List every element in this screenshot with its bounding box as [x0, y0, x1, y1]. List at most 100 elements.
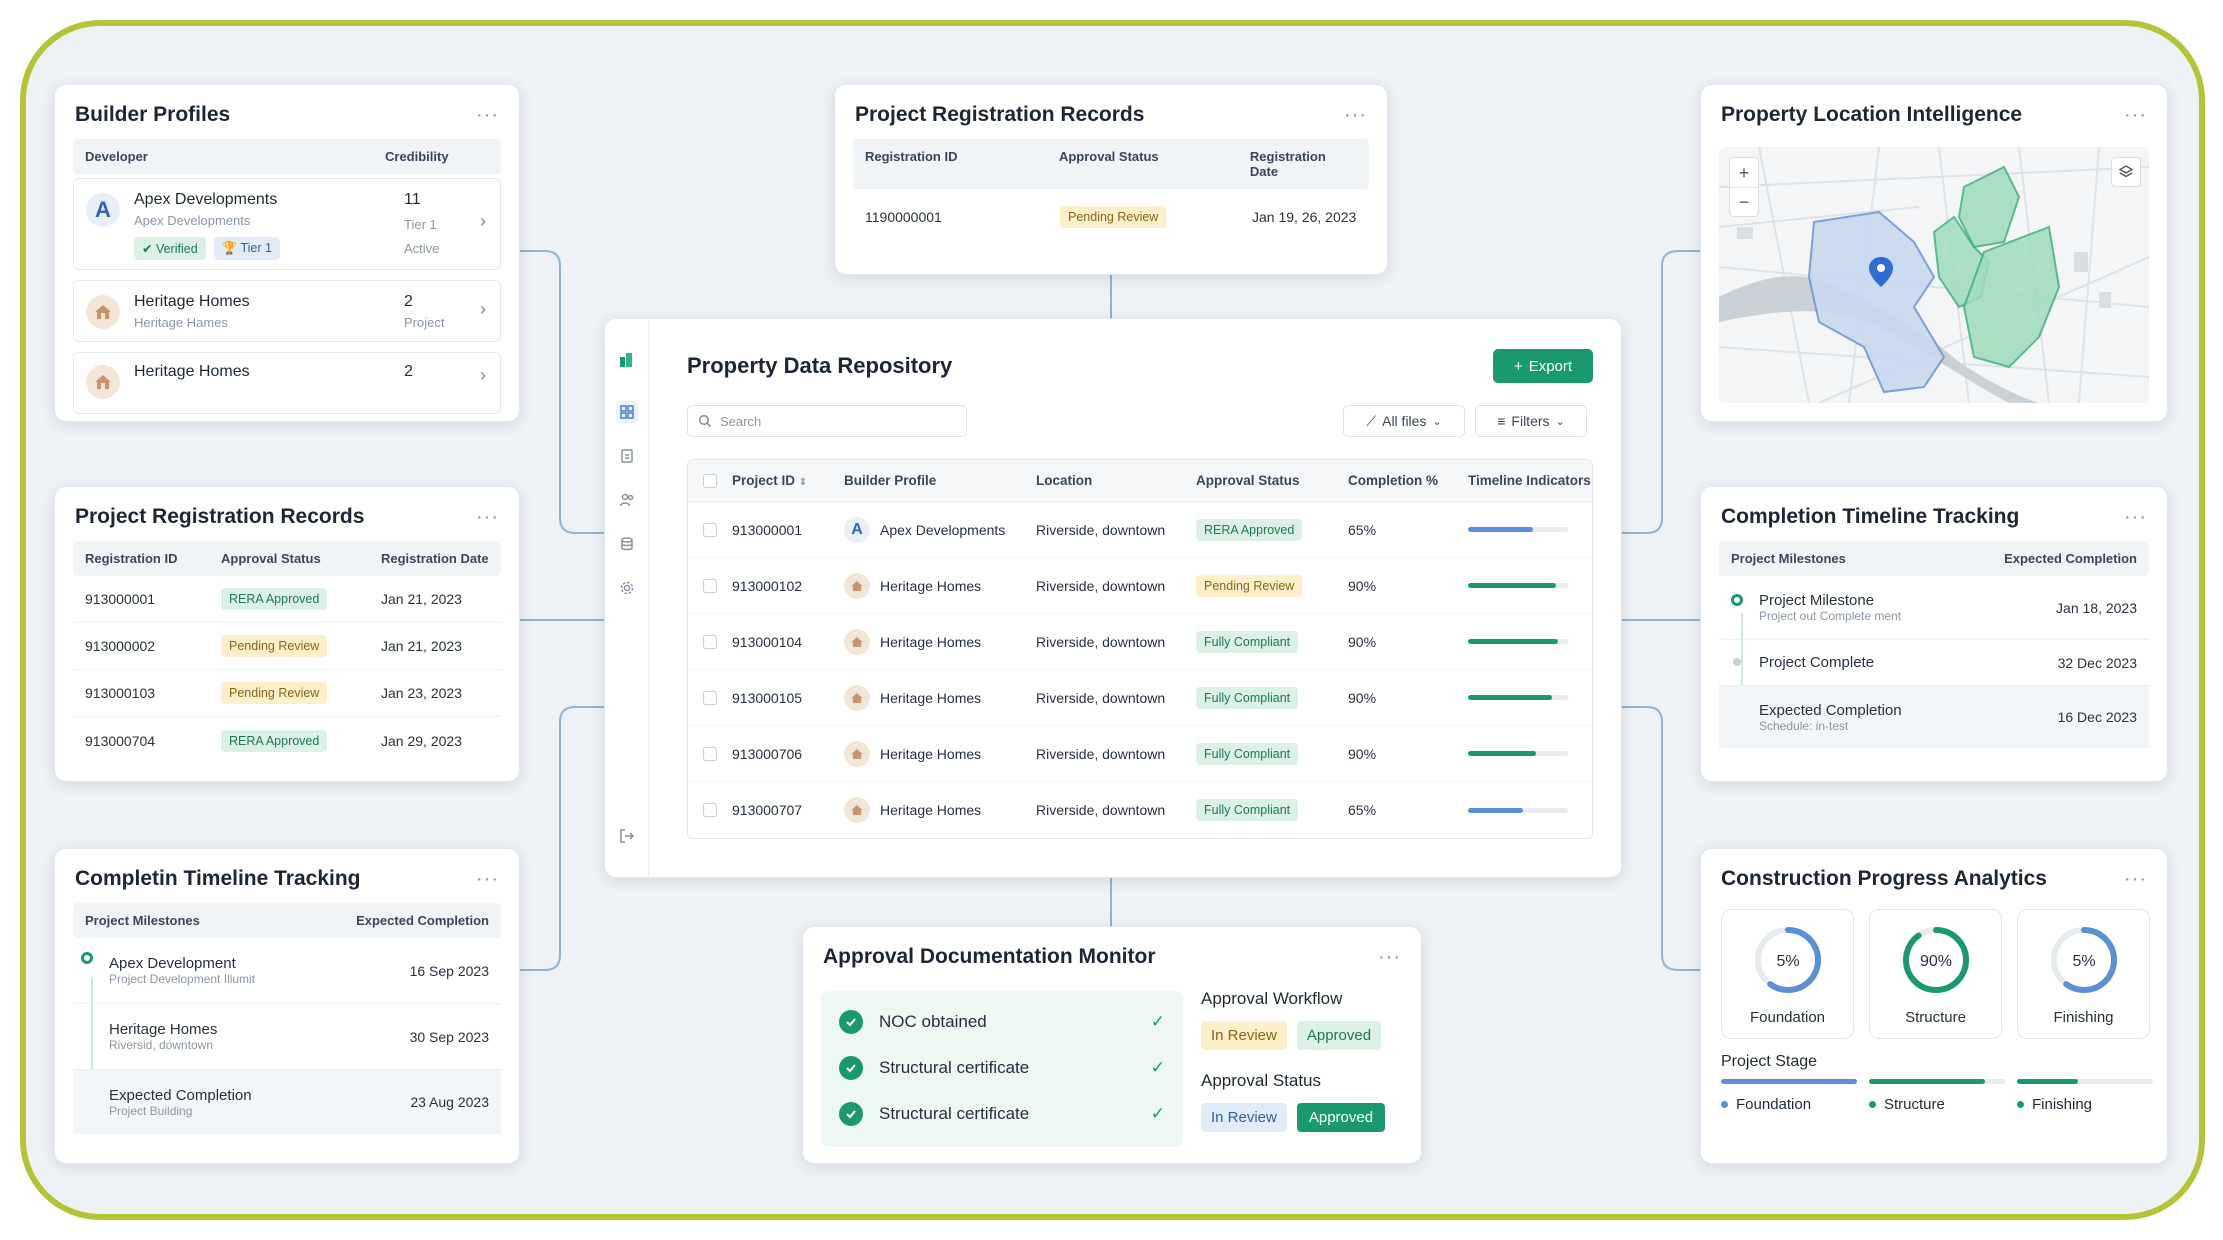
table-row[interactable]: 913000103 Pending Review Jan 23, 2023 — [73, 670, 501, 717]
more-menu-icon[interactable]: ··· — [2124, 104, 2147, 127]
registration-id: 913000704 — [85, 732, 156, 749]
registration-id: 1190000001 — [865, 209, 942, 225]
column-header[interactable]: Project ID ⇕ — [732, 473, 844, 488]
table-row[interactable]: 913000001 A Apex Developments Riverside, do… — [688, 502, 1592, 558]
column-header: Developer — [85, 149, 148, 164]
map-view[interactable]: + − — [1719, 147, 2149, 403]
table-row[interactable]: 913000105 Heritage Homes Riverside, downto… — [688, 670, 1592, 726]
house-icon — [86, 295, 120, 329]
more-menu-icon[interactable]: ··· — [476, 506, 499, 529]
project-id: 913000706 — [732, 745, 803, 762]
timeline-bar-fill — [1468, 695, 1552, 700]
column-header: Location — [1036, 473, 1093, 488]
column-header: Builder Profile — [844, 473, 937, 488]
location: Riverside, downtown — [1036, 745, 1166, 762]
column-header: Approval Status — [1196, 473, 1300, 488]
more-menu-icon[interactable]: ··· — [2124, 868, 2147, 891]
timeline-bar-fill — [1468, 527, 1533, 532]
left-registration-card: Project Registration Records ··· Registr… — [54, 486, 520, 782]
table-header: Project ID ⇕ Builder Profile Location Ap… — [688, 460, 1592, 502]
stage-bar-fill — [1721, 1079, 1857, 1084]
row-checkbox[interactable] — [703, 634, 717, 649]
documents-icon[interactable] — [616, 445, 638, 467]
progress-ring-label: Finishing — [2053, 1009, 2114, 1026]
select-all-checkbox[interactable] — [703, 473, 717, 488]
progress-ring-card[interactable]: 90% Structure — [1869, 909, 2002, 1039]
more-menu-icon[interactable]: ··· — [1344, 104, 1367, 127]
settings-gear-icon[interactable] — [616, 577, 638, 599]
progress-ring-card[interactable]: 5% Finishing — [2017, 909, 2150, 1039]
filters-dropdown[interactable]: ≡ Filters ⌄ — [1475, 405, 1587, 437]
zoom-in-button[interactable]: + — [1730, 158, 1758, 188]
export-button[interactable]: + Export — [1493, 349, 1593, 383]
more-menu-icon[interactable]: ··· — [476, 104, 499, 127]
approved-tag[interactable]: Approved — [1296, 1021, 1382, 1050]
column-header: Registration ID — [865, 149, 958, 164]
table-row[interactable]: 913000102 Heritage Homes Riverside, downto… — [688, 558, 1592, 614]
completion-right-card: Completion Timeline Tracking ··· Project… — [1700, 486, 2168, 782]
card-title: Builder Profiles — [75, 103, 231, 126]
logout-icon[interactable] — [616, 825, 638, 847]
stage-dot — [2017, 1101, 2024, 1108]
checklist-item[interactable]: Structural certificate ✓ — [821, 1045, 1183, 1091]
milestone-row[interactable]: Heritage Homes Riversid, downtown 30 Sep… — [73, 1004, 501, 1070]
row-checkbox[interactable] — [703, 522, 717, 537]
row-checkbox[interactable] — [703, 746, 717, 761]
table-row[interactable]: 913000704 RERA Approved Jan 29, 2023 — [73, 717, 501, 764]
builder-name: Heritage Homes — [880, 745, 982, 762]
database-icon[interactable] — [616, 533, 638, 555]
house-icon — [844, 740, 870, 767]
credibility-status: Active — [404, 241, 440, 256]
location: Riverside, downtown — [1036, 802, 1166, 818]
completion-pct: 90% — [1348, 577, 1377, 594]
users-icon[interactable] — [616, 489, 638, 511]
row-checkbox[interactable] — [703, 803, 717, 817]
more-menu-icon[interactable]: ··· — [2124, 506, 2147, 529]
table-row[interactable]: 913000001 RERA Approved Jan 21, 2023 — [73, 576, 501, 623]
layers-icon — [2118, 165, 2134, 178]
sort-icon: ⇕ — [798, 477, 808, 488]
row-checkbox[interactable] — [703, 690, 717, 705]
milestone-row[interactable]: Expected Completion Project Building 23 … — [73, 1070, 501, 1134]
row-checkbox[interactable] — [703, 578, 717, 593]
column-header: Project Milestones — [1731, 551, 1846, 566]
milestone-done-dot — [1731, 594, 1743, 606]
column-label: Project ID — [732, 473, 796, 488]
chevron-right-icon[interactable]: › — [480, 299, 486, 320]
builder-row[interactable]: Heritage Homes 2 › — [73, 352, 501, 414]
zoom-out-button[interactable]: − — [1730, 188, 1758, 218]
progress-ring-card[interactable]: 5% Foundation — [1721, 909, 1854, 1039]
table-row[interactable]: 913000104 Heritage Homes Riverside, downto… — [688, 614, 1592, 670]
table-row[interactable]: 913000002 Pending Review Jan 21, 2023 — [73, 623, 501, 670]
checklist-item[interactable]: NOC obtained ✓ — [821, 999, 1183, 1045]
in-review-tag[interactable]: In Review — [1201, 1103, 1287, 1132]
status-badge: RERA Approved — [1196, 518, 1303, 541]
table-row[interactable]: 913000706 Heritage Homes Riverside, downto… — [688, 726, 1592, 782]
dashboard-icon[interactable] — [616, 401, 638, 423]
checklist-item[interactable]: Structural certificate ✓ — [821, 1091, 1183, 1137]
project-id: 913000001 — [732, 521, 803, 538]
check-icon: ✔ — [142, 242, 156, 256]
in-review-tag[interactable]: In Review — [1201, 1021, 1287, 1050]
milestone-row[interactable]: Apex Development Project Development Ill… — [73, 938, 501, 1004]
all-files-dropdown[interactable]: ⟋ All files ⌄ — [1343, 405, 1465, 437]
table-row[interactable]: 1190000001 Pending Review Jan 19, 26, 20… — [853, 189, 1369, 245]
chevron-right-icon[interactable]: › — [480, 211, 486, 232]
table-header: Registration ID Approval Status Registra… — [853, 139, 1369, 189]
builder-row[interactable]: Heritage Homes Heritage Hames 2 Project … — [73, 280, 501, 342]
checkmark-icon: ✓ — [1150, 1058, 1165, 1077]
more-menu-icon[interactable]: ··· — [476, 868, 499, 891]
builder-row[interactable]: A Apex Developments Apex Developments ✔ … — [73, 178, 501, 270]
chevron-right-icon[interactable]: › — [480, 365, 486, 386]
checklist-label: Structural certificate — [879, 1058, 1030, 1077]
layers-button[interactable] — [2111, 157, 2141, 187]
progress-ring: 90% — [1902, 927, 1969, 993]
table-row[interactable]: 913000707 Heritage Homes Riverside, downto… — [688, 782, 1592, 838]
milestone-row[interactable]: Expected Completion Schedule: in-test 16… — [1719, 686, 2149, 748]
milestone-row[interactable]: Project Milestone Project out Complete m… — [1719, 576, 2149, 640]
search-input[interactable]: Search — [687, 405, 967, 437]
approved-tag[interactable]: Approved — [1296, 1103, 1386, 1132]
more-menu-icon[interactable]: ··· — [1378, 946, 1401, 969]
milestone-row[interactable]: Project Complete 32 Dec 2023 — [1719, 640, 2149, 686]
milestone-date: 30 Sep 2023 — [409, 1028, 489, 1045]
